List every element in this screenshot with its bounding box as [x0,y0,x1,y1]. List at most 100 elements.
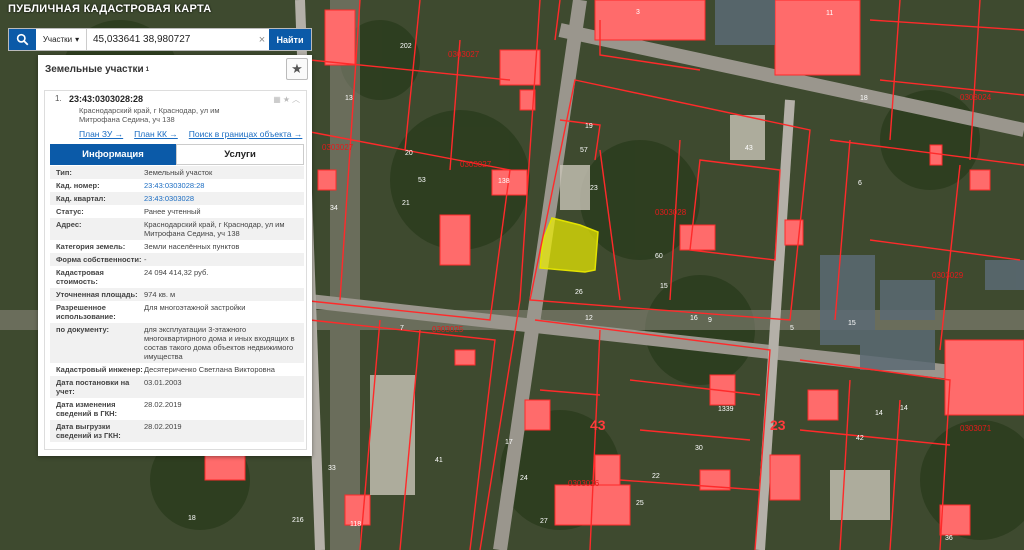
map-parcel-label: 17 [505,439,513,446]
search-in-bounds-link[interactable]: Поиск в границах объекта → [189,129,303,139]
map-quarter-label: 0303024 [960,93,992,102]
map-parcel-label: 53 [418,177,426,184]
star-icon[interactable]: ★ [286,58,308,80]
field-label: Тип: [56,168,72,177]
plan-zu-link[interactable]: План ЗУ → [79,129,123,139]
field-value-link[interactable]: 23:43:0303028 [144,194,301,203]
field-value: 28.02.2019 [144,400,182,409]
field-label: Уточненная площадь: [56,290,138,299]
map-parcel-label: 118 [350,521,361,528]
search-scope-dropdown[interactable]: Участки ▾ [36,29,87,50]
search-icon[interactable] [9,29,36,50]
map-parcel-label: 13 [345,95,353,102]
map-parcel-label: 41 [435,457,443,464]
field-row: Тип: Земельный участок [50,166,304,179]
map-quarter-label: 0303028 [655,208,687,217]
field-row: по документу: для эксплуатации 3-этажного… [50,323,304,363]
map-parcel-label: 43 [745,145,753,152]
map-parcel-label: 5 [790,325,794,332]
map-parcel-label: 22 [652,473,660,480]
field-label: Дата постановки на учет: [56,378,130,396]
field-row: Кад. квартал: 23:43:0303028 [50,192,304,205]
field-value: Земельный участок [144,168,213,177]
map-parcel-label: 216 [292,517,304,524]
field-value-link[interactable]: 23:43:0303028:28 [144,181,301,190]
field-row: Уточненная площадь: 974 кв. м [50,288,304,301]
info-fields: Тип: Земельный участок Кад. номер: 23:43:0… [50,166,304,442]
field-label: Форма собственности: [56,255,142,264]
map-parcel-label: 36 [945,535,953,542]
field-row: Адрес: Краснодарский край, г Краснодар, у… [50,218,304,240]
field-row: Категория земель: Земли населённых пункто… [50,240,304,253]
find-button[interactable]: Найти [269,29,311,50]
map-district-label: 23 [770,417,786,433]
panel-title-text: Земельные участки [45,64,144,75]
field-value: 24 094 414,32 руб. [144,268,209,277]
map-parcel-label: 16 [690,315,698,322]
map-parcel-label: 27 [540,518,548,525]
parcel-address: Краснодарский край, г Краснодар, ул им М… [79,106,220,124]
map-quarter-label: 0303027 [460,160,492,169]
field-label: Статус: [56,207,84,216]
field-value: 03.01.2003 [144,378,182,387]
field-row: Статус: Ранее учтенный [50,205,304,218]
plan-kk-link[interactable]: План КК → [134,129,178,139]
map-quarter-label: 0303027 [448,50,480,59]
card-actions[interactable]: ▦★︿ [273,94,302,105]
map-quarter-label: 0303025 [432,325,464,334]
field-label: Кад. квартал: [56,194,106,203]
map-parcel-label: 12 [585,315,593,322]
map-parcel-label: 21 [402,200,410,207]
field-label: по документу: [56,325,110,334]
map-parcel-label: 42 [856,435,864,442]
map-parcel-label: 20 [405,150,413,157]
item-number: 1. [55,94,62,103]
field-value: Десятериченко Светлана Викторовна [144,365,275,374]
tab-information[interactable]: Информация [50,144,176,165]
map-parcel-label: 19 [585,123,593,130]
map-parcel-label: 9 [708,317,712,324]
field-label: Категория земель: [56,242,126,251]
panel-title: Земельные участки 1 [38,55,312,84]
tab-services[interactable]: Услуги [176,144,304,165]
field-row: Кадастровая стоимость: 24 094 414,32 руб. [50,266,304,288]
field-row: Кад. номер: 23:43:0303028:28 [50,179,304,192]
field-row: Кадастровый инженер: Десятериченко Светла… [50,363,304,376]
search-input[interactable] [87,29,255,50]
map-parcel-label: 11 [826,10,833,17]
map-parcel-label: 18 [188,515,196,522]
clear-icon[interactable]: × [255,29,269,50]
map-parcel-label: 24 [520,475,528,482]
search-bar: Участки ▾ × Найти [8,28,312,51]
map-parcel-label: 33 [328,465,336,472]
map-parcel-label: 6 [858,180,862,187]
map-parcel-label: 30 [695,445,703,452]
result-count: 1 [145,66,149,73]
field-label: Разрешенное использование: [56,303,116,321]
map-parcel-label: 7 [400,325,404,332]
parcel-links: План ЗУ → План КК → Поиск в границах объ… [45,124,306,139]
field-value: 28.02.2019 [144,422,182,431]
chevron-down-icon: ▾ [75,35,80,44]
map-parcel-label: 14 [875,410,883,417]
map-parcel-label: 15 [660,283,668,290]
map-parcel-label: 57 [580,147,588,154]
field-row: Дата изменения сведений в ГКН: 28.02.2019 [50,398,304,420]
map-parcel-label: 25 [636,500,644,507]
field-value: Ранее учтенный [144,207,201,216]
field-value: для эксплуатации 3-этажного многоквартир… [144,325,295,361]
field-label: Адрес: [56,220,82,229]
field-label: Дата выгрузки сведений из ГКН: [56,422,121,440]
field-row: Разрешенное использование: Для многоэтажн… [50,301,304,323]
map-parcel-label: 26 [575,289,583,296]
field-value: 974 кв. м [144,290,176,299]
field-label: Дата изменения сведений в ГКН: [56,400,118,418]
map-parcel-label: 14 [900,405,908,412]
map-quarter-label: 0303071 [960,424,992,433]
map-parcel-label: 60 [655,253,663,260]
map-quarter-label: 0303029 [932,271,964,280]
map-parcel-label: 1339 [718,406,734,413]
parcel-cadastral-number[interactable]: 23:43:0303028:28 [69,94,143,104]
field-label: Кадастровый инженер: [56,365,143,374]
field-value: Земли населённых пунктов [144,242,240,251]
